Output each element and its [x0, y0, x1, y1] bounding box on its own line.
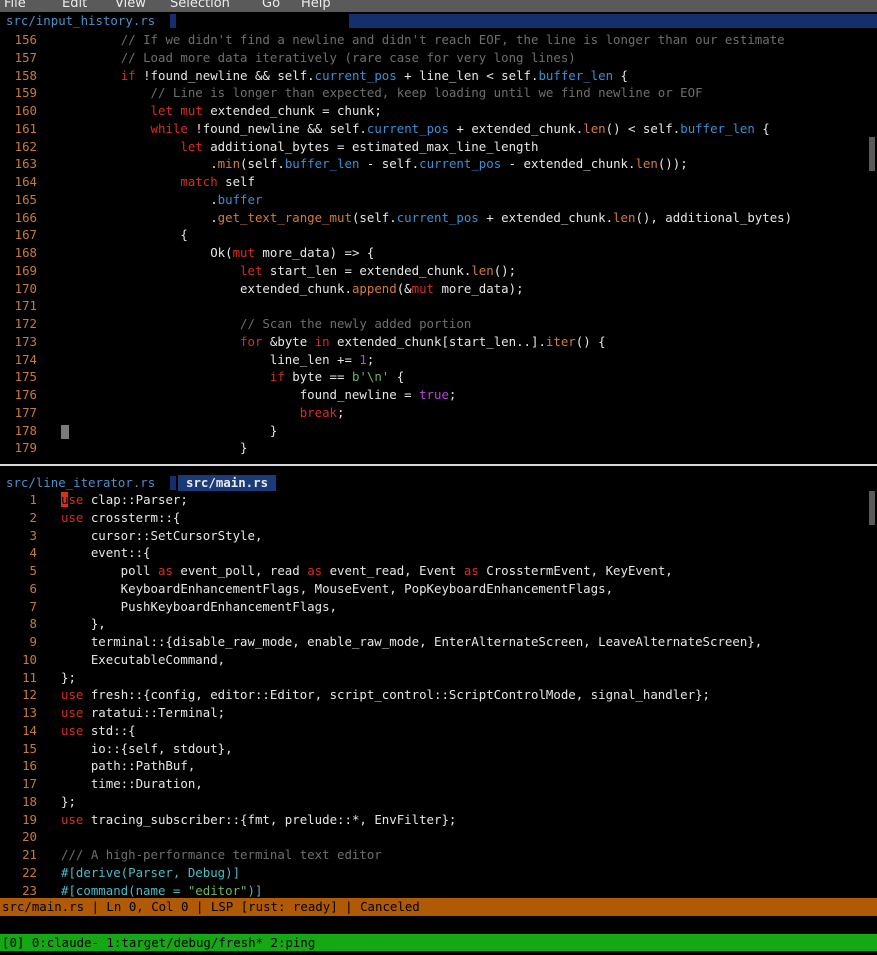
- code-line: 169 let start_len = extended_chunk.len()…: [14, 262, 517, 278]
- code-line: 13 use ratatui::Terminal;: [22, 705, 226, 720]
- code-line: 12 use fresh::{config, editor::Editor, sc…: [22, 687, 711, 703]
- code-line: 7 PushKeyboardEnhancementFlags,: [29, 598, 338, 614]
- tab-separator: [170, 14, 176, 28]
- code-line: 177 break;: [14, 404, 345, 420]
- code-line: 158 if !found_newline && self.current_po…: [14, 67, 628, 83]
- tab-main-rs[interactable]: src/main.rs: [178, 475, 277, 491]
- code-line: 172 // Scan the newly added portion: [14, 316, 472, 331]
- top-editor-pane[interactable]: 156 // If we didn't find a newline and d…: [0, 31, 877, 463]
- code-line: 167 {: [14, 227, 188, 243]
- code-line: 3 cursor::SetCursorStyle,: [29, 527, 263, 543]
- tab-line-iterator[interactable]: src/line_iterator.rs: [0, 474, 163, 492]
- code-line: 14 use std::{: [22, 722, 136, 738]
- code-line: 4 event::{: [29, 545, 151, 561]
- code-line: 176 found_newline = true;: [14, 387, 457, 402]
- menu-view[interactable]: View: [115, 0, 146, 12]
- menu-edit[interactable]: Edit: [62, 0, 87, 12]
- code-line: 166 .get_text_range_mut(self.current_pos…: [14, 209, 793, 225]
- code-line: 6 KeyboardEnhancementFlags, MouseEvent, …: [29, 580, 614, 596]
- tmux-status-bar: [0] 0:claude- 1:target/debug/fresh* 2:pi…: [0, 934, 877, 951]
- code-line: 179 }: [14, 440, 248, 456]
- code-line: 19 use tracing_subscriber::{fmt, prelude:…: [22, 811, 457, 827]
- code-line: 159 // Line is longer than expected, kee…: [14, 85, 703, 101]
- code-line: 175 if byte == b'\n' {: [14, 369, 405, 385]
- tab-bar-fill: [349, 14, 877, 28]
- code-line: 160 let mut extended_chunk = chunk;: [14, 103, 382, 118]
- top-tab-bar: src/input_history.rs: [0, 12, 877, 30]
- code-line: 8 },: [29, 616, 106, 632]
- menu-file[interactable]: File: [4, 0, 26, 12]
- tab-input-history[interactable]: src/input_history.rs: [0, 12, 163, 30]
- code-line: 178 }: [14, 422, 278, 439]
- code-line: 163 .min(self.buffer_len - self.current_…: [14, 156, 688, 172]
- code-line: 2 use crossterm::{: [29, 509, 181, 525]
- status-bar: src/main.rs | Ln 0, Col 0 | LSP [rust: r…: [0, 898, 877, 916]
- code-line: 15 io::{self, stdout},: [22, 740, 233, 756]
- code-line: 20: [22, 829, 37, 845]
- bottom-tab-bar: src/line_iterator.rs src/main.rs: [0, 474, 877, 492]
- code-line: 174 line_len += 1;: [14, 351, 375, 367]
- code-line: 162 let additional_bytes = estimated_max…: [14, 138, 539, 154]
- code-line: 165 .buffer: [14, 191, 263, 207]
- menu-bar: File Edit View Selection Go Help: [0, 0, 877, 12]
- code-line: 161 while !found_newline && self.current…: [14, 120, 770, 136]
- bottom-scrollbar-thumb[interactable]: [869, 491, 875, 525]
- pane-split-divider[interactable]: [0, 464, 877, 466]
- bottom-editor-pane[interactable]: 1 use clap::Parser; 2 use crossterm::{ 3 c…: [0, 491, 877, 898]
- code-line: 9 terminal::{disable_raw_mode, enable_ra…: [29, 634, 763, 649]
- code-line: 11};: [22, 669, 76, 685]
- code-line: 16 path::PathBuf,: [22, 758, 196, 774]
- code-line: 1 use clap::Parser;: [29, 492, 188, 507]
- code-line: 156 // If we didn't find a newline and d…: [14, 32, 785, 47]
- code-line: 171: [14, 298, 37, 314]
- tab-separator: [170, 476, 176, 490]
- code-line: 22 #[derive(Parser, Debug)]: [22, 864, 241, 880]
- top-scrollbar-thumb[interactable]: [869, 137, 875, 171]
- code-line: 5 poll as event_poll, read as event_read…: [29, 563, 673, 578]
- code-line: 18};: [22, 793, 76, 809]
- code-line: 173 for &byte in extended_chunk[start_le…: [14, 333, 606, 349]
- code-line: 23 #[command(name = "editor")]: [22, 882, 263, 898]
- code-line: 168 Ok(mut more_data) => {: [14, 245, 375, 260]
- menu-help[interactable]: Help: [301, 0, 331, 12]
- code-line: 157 // Load more data iteratively (rare …: [14, 49, 576, 65]
- code-line: 170 extended_chunk.append(&mut more_data…: [14, 280, 524, 296]
- code-line: 10 ExecutableCommand,: [22, 651, 226, 667]
- code-line: 21/// A high-performance terminal text e…: [22, 847, 382, 862]
- menu-go[interactable]: Go: [262, 0, 280, 12]
- code-line: 164 match self: [14, 174, 255, 189]
- menu-selection[interactable]: Selection: [170, 0, 230, 12]
- code-line: 17 time::Duration,: [22, 776, 203, 791]
